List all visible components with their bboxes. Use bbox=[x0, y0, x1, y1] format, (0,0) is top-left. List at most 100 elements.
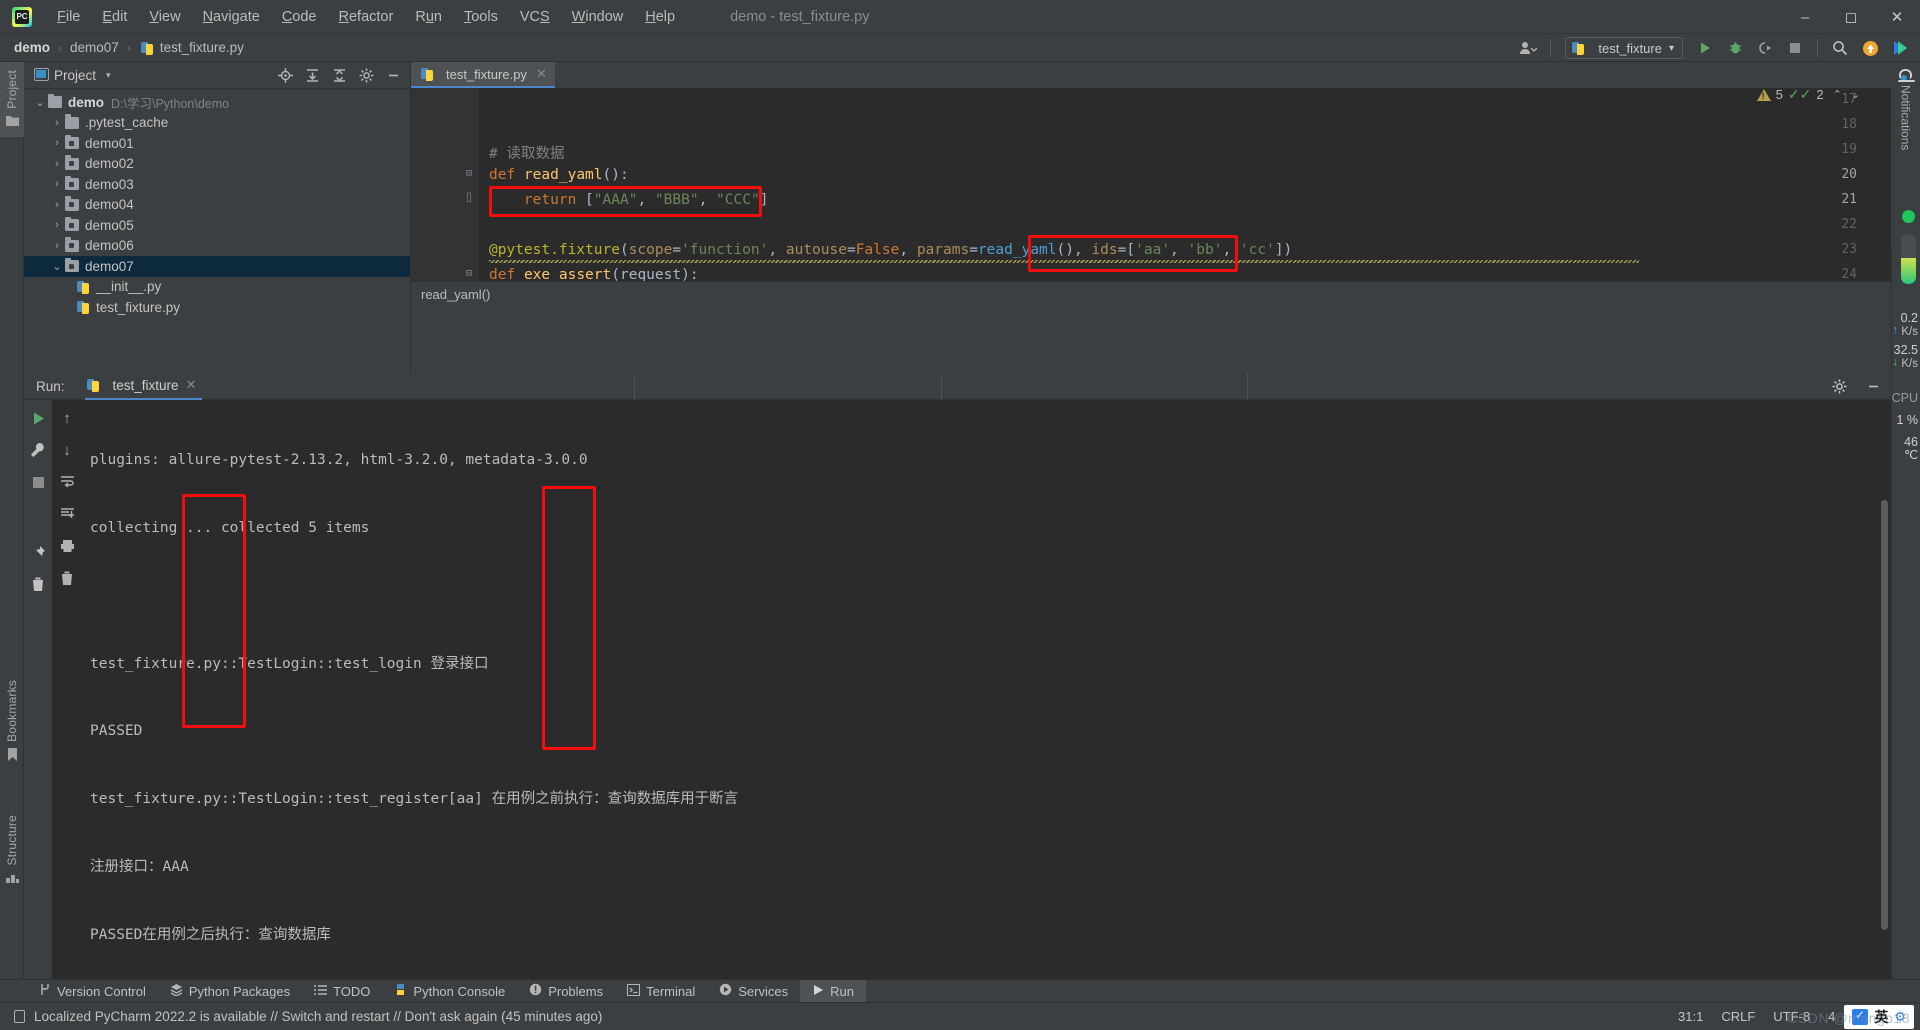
tab-python-packages[interactable]: Python Packages bbox=[158, 980, 302, 1003]
console-scrollbar[interactable] bbox=[1881, 500, 1888, 930]
debug-icon[interactable] bbox=[1721, 36, 1749, 60]
twisty-icon[interactable]: ⌄ bbox=[49, 260, 65, 273]
tree-node-demo01[interactable]: › demo01 bbox=[24, 133, 410, 154]
tab-terminal[interactable]: Terminal bbox=[615, 980, 707, 1003]
coverage-icon[interactable] bbox=[1751, 36, 1779, 60]
twisty-icon[interactable]: ⌄ bbox=[32, 96, 48, 109]
twisty-icon[interactable]: › bbox=[49, 199, 65, 211]
menu-window[interactable]: Window bbox=[561, 5, 635, 29]
code-editor[interactable]: 17 18 19 20 21 22 23 24 25 ⊟ ⌷ ⊟ # 读取数据 … bbox=[411, 88, 1891, 307]
fold-marker-icon[interactable]: ⊟ bbox=[466, 168, 472, 179]
ime-indicator[interactable]: 英 ⚙ bbox=[1844, 1004, 1914, 1029]
tree-node-demo[interactable]: ⌄ demo D:\学习\Python\demo bbox=[24, 92, 410, 113]
account-icon[interactable] bbox=[1514, 36, 1542, 60]
twisty-icon[interactable]: › bbox=[49, 117, 65, 129]
menu-code[interactable]: Code bbox=[271, 5, 328, 29]
run-icon[interactable] bbox=[1691, 36, 1719, 60]
breadcrumb-demo07[interactable]: demo07 bbox=[70, 40, 119, 55]
indent-size[interactable]: 4 bbox=[1819, 1009, 1844, 1024]
scroll-down-icon[interactable]: ↓ bbox=[57, 440, 77, 460]
tab-todo[interactable]: TODO bbox=[302, 980, 382, 1003]
menu-refactor[interactable]: Refactor bbox=[328, 5, 405, 29]
caret-position[interactable]: 31:1 bbox=[1669, 1009, 1712, 1024]
menu-view[interactable]: View bbox=[138, 5, 191, 29]
tree-node-test-fixture-py[interactable]: test_fixture.py bbox=[24, 297, 410, 318]
tree-node-demo07[interactable]: ⌄ demo07 bbox=[24, 256, 410, 277]
search-icon[interactable] bbox=[1826, 36, 1854, 60]
tab-run[interactable]: Run bbox=[800, 979, 866, 1003]
tab-problems[interactable]: Problems bbox=[517, 980, 615, 1003]
menu-vcs[interactable]: VCS bbox=[509, 5, 561, 29]
tab-services[interactable]: Services bbox=[707, 980, 800, 1003]
collapse-all-icon[interactable] bbox=[326, 64, 352, 86]
ime-gear-icon[interactable]: ⚙ bbox=[1894, 1009, 1906, 1025]
breadcrumb-file[interactable]: test_fixture.py bbox=[160, 40, 244, 55]
breadcrumb-demo[interactable]: demo bbox=[14, 40, 50, 55]
settings-gear-icon[interactable] bbox=[1825, 374, 1853, 398]
sidebar-item-bookmarks[interactable]: Bookmarks bbox=[0, 672, 24, 772]
close-icon[interactable]: ✕ bbox=[186, 377, 197, 393]
tree-node-demo05[interactable]: › demo05 bbox=[24, 215, 410, 236]
editor-splitter[interactable] bbox=[411, 307, 1891, 311]
tree-node-demo02[interactable]: › demo02 bbox=[24, 154, 410, 175]
tab-python-console[interactable]: Python Console bbox=[382, 980, 517, 1003]
tab-version-control[interactable]: Version Control bbox=[28, 980, 158, 1003]
hide-icon[interactable] bbox=[1859, 374, 1887, 398]
project-tree[interactable]: ⌄ demo D:\学习\Python\demo › .pytest_cache… bbox=[24, 89, 410, 318]
run-tab-test-fixture[interactable]: test_fixture ✕ bbox=[84, 373, 203, 400]
fold-marker-icon[interactable]: ⌷ bbox=[466, 193, 472, 204]
twisty-icon[interactable]: › bbox=[49, 240, 65, 252]
fold-marker-icon[interactable]: ⊟ bbox=[466, 268, 472, 279]
editor-breadcrumb-function[interactable]: read_yaml() bbox=[421, 287, 490, 302]
menu-file[interactable]: File bbox=[46, 5, 91, 29]
menu-navigate[interactable]: Navigate bbox=[192, 5, 271, 29]
memory-indicator-icon[interactable] bbox=[1902, 210, 1915, 223]
print-icon[interactable] bbox=[57, 536, 77, 556]
tree-node-demo04[interactable]: › demo04 bbox=[24, 195, 410, 216]
minimize-icon[interactable]: – bbox=[1782, 0, 1828, 34]
menu-bar[interactable]: File Edit View Navigate Code Refactor Ru… bbox=[46, 5, 686, 29]
tree-node-demo06[interactable]: › demo06 bbox=[24, 236, 410, 257]
update-icon[interactable] bbox=[1856, 36, 1884, 60]
sidebar-item-notifications[interactable]: Notifications bbox=[1891, 62, 1920, 252]
file-encoding[interactable]: UTF-8 bbox=[1764, 1009, 1819, 1024]
chevron-down-icon[interactable]: ▾ bbox=[106, 70, 111, 81]
menu-edit[interactable]: Edit bbox=[91, 5, 138, 29]
run-console-output[interactable]: plugins: allure-pytest-2.13.2, html-3.2.… bbox=[90, 404, 1881, 985]
close-icon[interactable]: ✕ bbox=[536, 66, 547, 82]
maximize-icon[interactable]: ◻ bbox=[1828, 0, 1874, 34]
menu-run[interactable]: Run bbox=[404, 5, 453, 29]
pin-icon[interactable] bbox=[28, 542, 48, 562]
sidebar-item-project[interactable]: Project bbox=[0, 62, 24, 137]
rerun-icon[interactable] bbox=[28, 408, 48, 428]
wrench-settings-icon[interactable] bbox=[28, 440, 48, 460]
twisty-icon[interactable]: › bbox=[49, 178, 65, 190]
tree-node-init-py[interactable]: __init__.py bbox=[24, 277, 410, 298]
chevron-down-icon[interactable]: ▾ bbox=[1669, 43, 1674, 54]
twisty-icon[interactable]: › bbox=[49, 158, 65, 170]
close-icon[interactable]: ✕ bbox=[1874, 0, 1920, 34]
settings-gear-icon[interactable] bbox=[353, 64, 379, 86]
locate-icon[interactable] bbox=[272, 64, 298, 86]
tree-node-demo03[interactable]: › demo03 bbox=[24, 174, 410, 195]
tree-node-pytest-cache[interactable]: › .pytest_cache bbox=[24, 113, 410, 134]
status-message[interactable]: Localized PyCharm 2022.2 is available //… bbox=[34, 1009, 602, 1024]
editor-tab-test-fixture[interactable]: test_fixture.py ✕ bbox=[411, 62, 555, 88]
notification-event-icon[interactable] bbox=[14, 1010, 25, 1023]
line-separator[interactable]: CRLF bbox=[1712, 1009, 1764, 1024]
soft-wrap-icon[interactable] bbox=[57, 472, 77, 492]
menu-tools[interactable]: Tools bbox=[453, 5, 509, 29]
run-configuration-selector[interactable]: test_fixture ▾ bbox=[1565, 37, 1683, 59]
scroll-up-icon[interactable]: ↑ bbox=[57, 408, 77, 428]
scroll-to-end-icon[interactable] bbox=[57, 504, 77, 524]
plugin-icon[interactable] bbox=[1886, 36, 1914, 60]
next-problem-icon[interactable]: ⌄ bbox=[1851, 88, 1860, 101]
twisty-icon[interactable]: › bbox=[49, 219, 65, 231]
menu-help[interactable]: Help bbox=[634, 5, 686, 29]
hide-icon[interactable] bbox=[380, 64, 406, 86]
clear-all-icon[interactable] bbox=[57, 568, 77, 588]
twisty-icon[interactable]: › bbox=[49, 137, 65, 149]
stop-icon[interactable] bbox=[1781, 36, 1809, 60]
sidebar-item-structure[interactable]: Structure bbox=[0, 807, 24, 894]
stop-icon[interactable] bbox=[28, 472, 48, 492]
